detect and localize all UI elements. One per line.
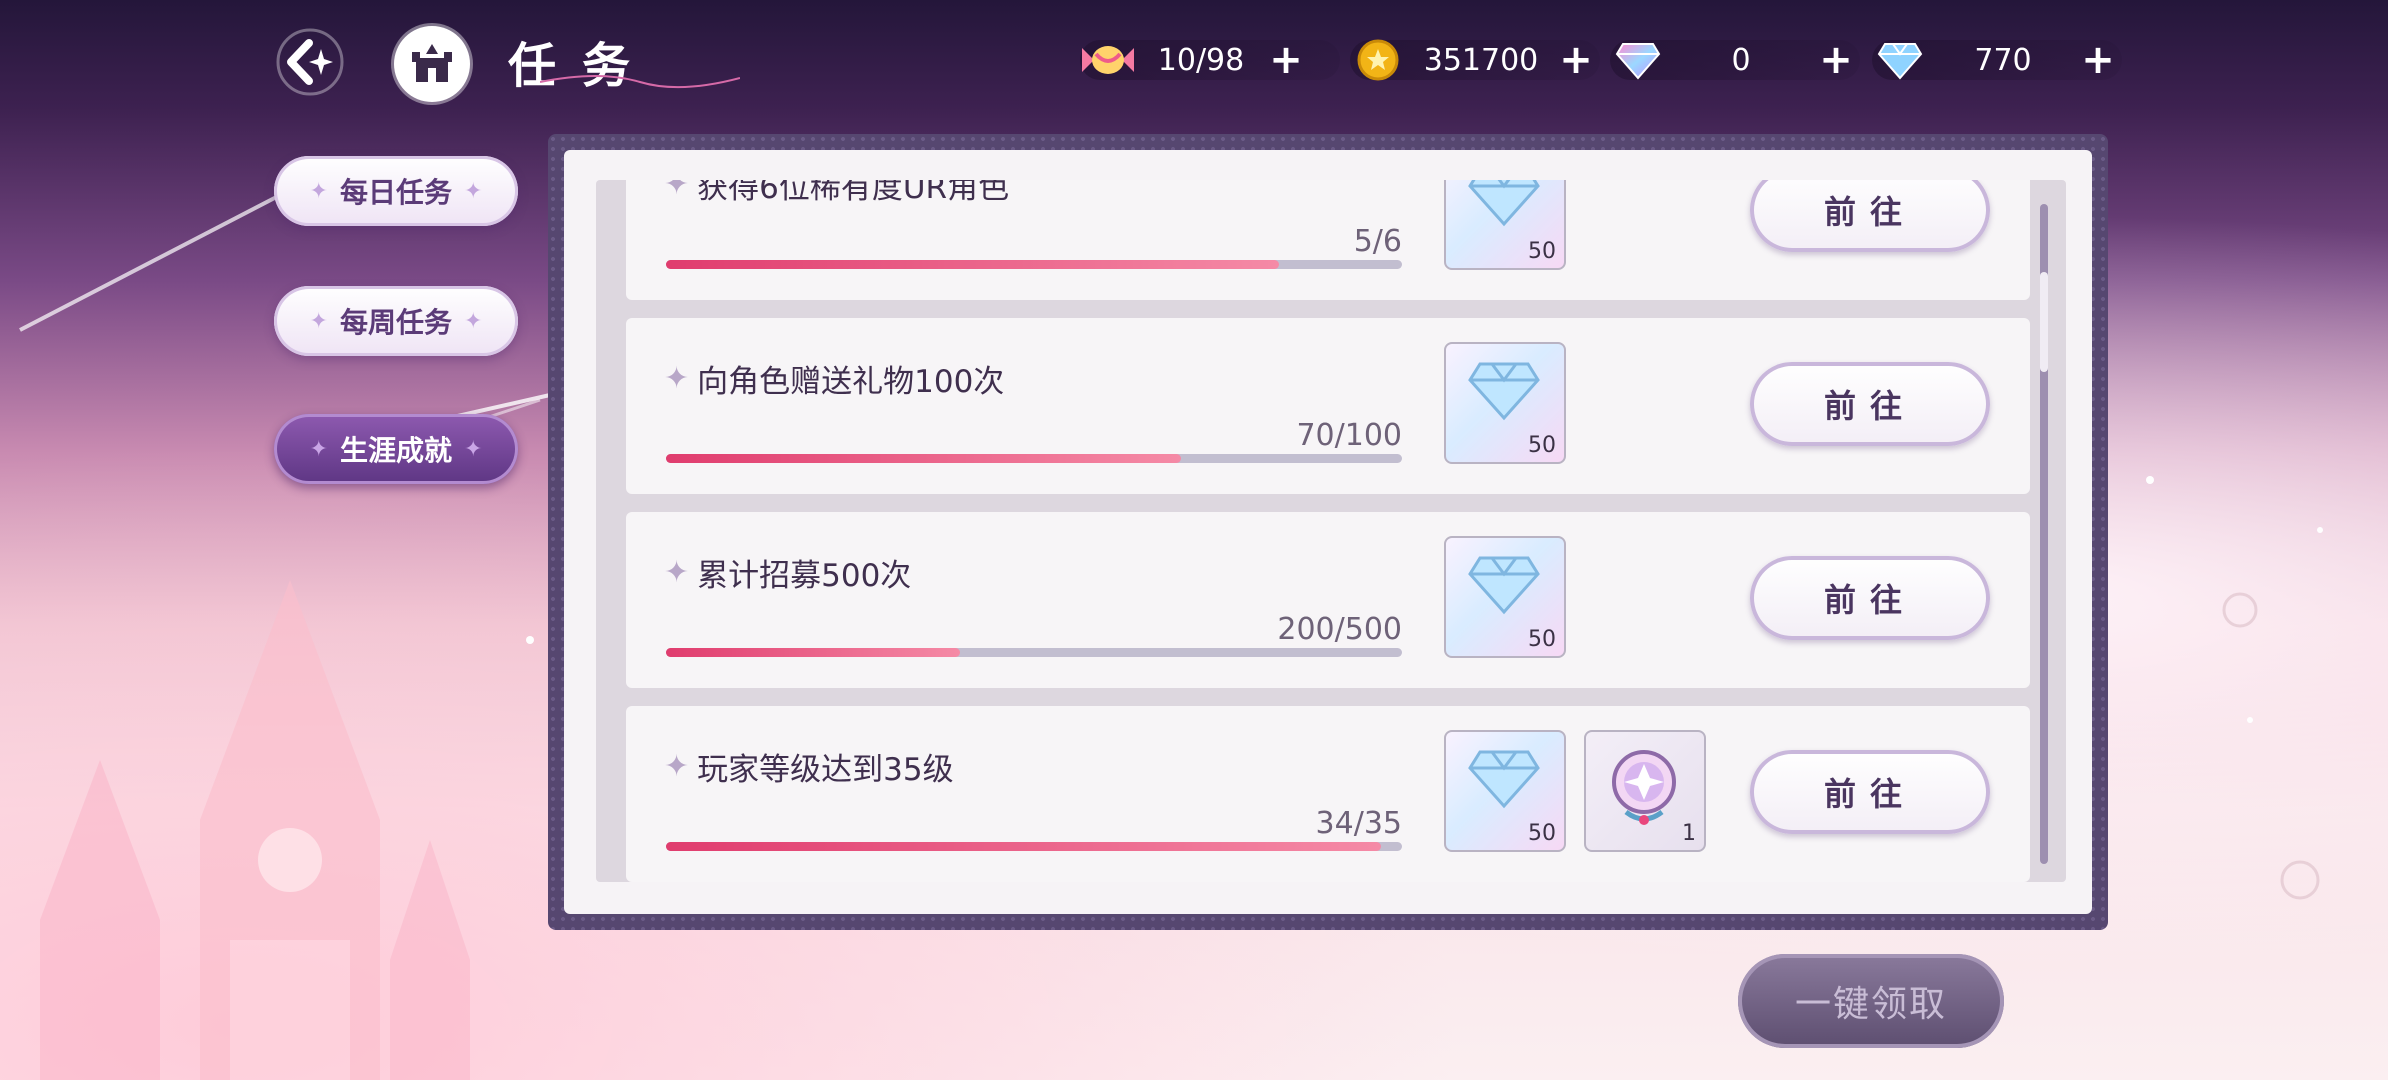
gold-value: 351700: [1423, 42, 1539, 78]
candy-value: 10/98: [1157, 42, 1245, 78]
reward-count: 50: [1528, 627, 1556, 652]
progress-bar-fill: [666, 454, 1182, 463]
home-button[interactable]: [394, 26, 470, 102]
task-progress-text: 34/35: [1315, 806, 1402, 841]
go-button[interactable]: 前往: [1750, 750, 1990, 834]
task-progress-text: 70/100: [1296, 418, 1402, 453]
reward-item[interactable]: 50: [1444, 180, 1566, 270]
sparkle-icon: ✦: [464, 436, 483, 462]
progress-bar-fill: [666, 260, 1280, 269]
task-progress-text: 200/500: [1277, 612, 1402, 647]
scrollbar-thumb[interactable]: [2040, 272, 2048, 372]
reward-item[interactable]: 50: [1444, 536, 1566, 658]
reward-count: 1: [1682, 821, 1696, 846]
star-icon: ✦: [664, 749, 690, 784]
tab-weekly[interactable]: ✦ 每周任务 ✦: [274, 286, 518, 356]
currency-diamond: 770 +: [1872, 36, 2122, 84]
tab-career[interactable]: ✦ 生涯成就 ✦: [274, 414, 518, 484]
task-row: ✦ 累计招募500次 200/500 50 前往: [626, 512, 2030, 688]
back-arrow-icon: [276, 28, 344, 96]
star-icon: ✦: [664, 180, 690, 202]
sparkle-icon: ✦: [309, 308, 328, 334]
diamond-icon: [1468, 556, 1540, 615]
reward-count: 50: [1528, 433, 1556, 458]
back-button[interactable]: [268, 20, 352, 104]
reward-item[interactable]: 1: [1584, 730, 1706, 852]
tab-daily[interactable]: ✦ 每日任务 ✦: [274, 156, 518, 226]
go-button[interactable]: 前往: [1750, 180, 1990, 252]
add-gold-button[interactable]: +: [1556, 40, 1596, 80]
diamond-icon: [1468, 362, 1540, 421]
rainbow-gem-icon: [1610, 36, 1666, 84]
currency-rainbow-gem: 0 +: [1610, 36, 1860, 84]
progress-bar: [666, 454, 1402, 463]
reward-count: 50: [1528, 821, 1556, 846]
sparkle-icon: ✦: [464, 308, 483, 334]
currency-gold: 351700 +: [1350, 36, 1600, 84]
candy-icon: [1080, 36, 1136, 84]
progress-bar-fill: [666, 842, 1381, 851]
progress-bar-fill: [666, 648, 961, 657]
task-title: ✦ 玩家等级达到35级: [664, 749, 954, 788]
progress-bar: [666, 260, 1402, 269]
add-candy-button[interactable]: +: [1266, 40, 1306, 80]
star-icon: ✦: [664, 361, 690, 396]
castle-icon: [412, 44, 452, 82]
task-title: ✦ 向角色赠送礼物100次: [664, 361, 1005, 400]
reward-count: 50: [1528, 239, 1556, 264]
progress-bar: [666, 648, 1402, 657]
task-row: ✦ 获得6位稀有度UR角色 5/6 50 前往: [626, 180, 2030, 300]
claim-all-button[interactable]: 一键领取: [1738, 954, 2004, 1048]
currency-candy: 10/98 +: [1080, 36, 1340, 84]
sparkle-icon: ✦: [464, 178, 483, 204]
reward-item[interactable]: 50: [1444, 730, 1566, 852]
crystal-mirror-icon: [1612, 750, 1676, 825]
task-list-viewport: ✦ 获得6位稀有度UR角色 5/6 50 前往 ✦ 向角色赠送礼物100次 70/1…: [596, 180, 2066, 882]
task-progress-text: 5/6: [1353, 224, 1402, 259]
go-button[interactable]: 前往: [1750, 556, 1990, 640]
diamond-value: 770: [1974, 42, 2032, 78]
top-bar: 任务 10/98 + 351700 + 0 + 770 +: [0, 0, 2388, 120]
rainbow-gem-value: 0: [1731, 42, 1751, 78]
diamond-icon: [1468, 180, 1540, 227]
add-rainbow-gem-button[interactable]: +: [1816, 40, 1856, 80]
task-title: ✦ 累计招募500次: [664, 555, 912, 594]
tab-career-label: 生涯成就: [339, 434, 452, 467]
tab-daily-label: 每日任务: [339, 176, 452, 209]
task-row: ✦ 向角色赠送礼物100次 70/100 50 前往: [626, 318, 2030, 494]
sparkle-icon: ✦: [309, 436, 328, 462]
castle-illustration: [40, 580, 470, 1080]
task-row: ✦ 玩家等级达到35级 34/35 50 1 前往: [626, 706, 2030, 882]
progress-bar: [666, 842, 1402, 851]
add-diamond-button[interactable]: +: [2078, 40, 2118, 80]
tab-weekly-label: 每周任务: [339, 306, 452, 339]
diamond-icon: [1468, 750, 1540, 809]
task-title: ✦ 获得6位稀有度UR角色: [664, 180, 1009, 207]
blue-diamond-icon: [1872, 36, 1928, 84]
reward-item[interactable]: 50: [1444, 342, 1566, 464]
star-icon: ✦: [664, 555, 690, 590]
title-underline-decoration: [540, 75, 740, 89]
sparkle-icon: ✦: [309, 178, 328, 204]
gold-coin-icon: [1350, 36, 1406, 84]
go-button[interactable]: 前往: [1750, 362, 1990, 446]
